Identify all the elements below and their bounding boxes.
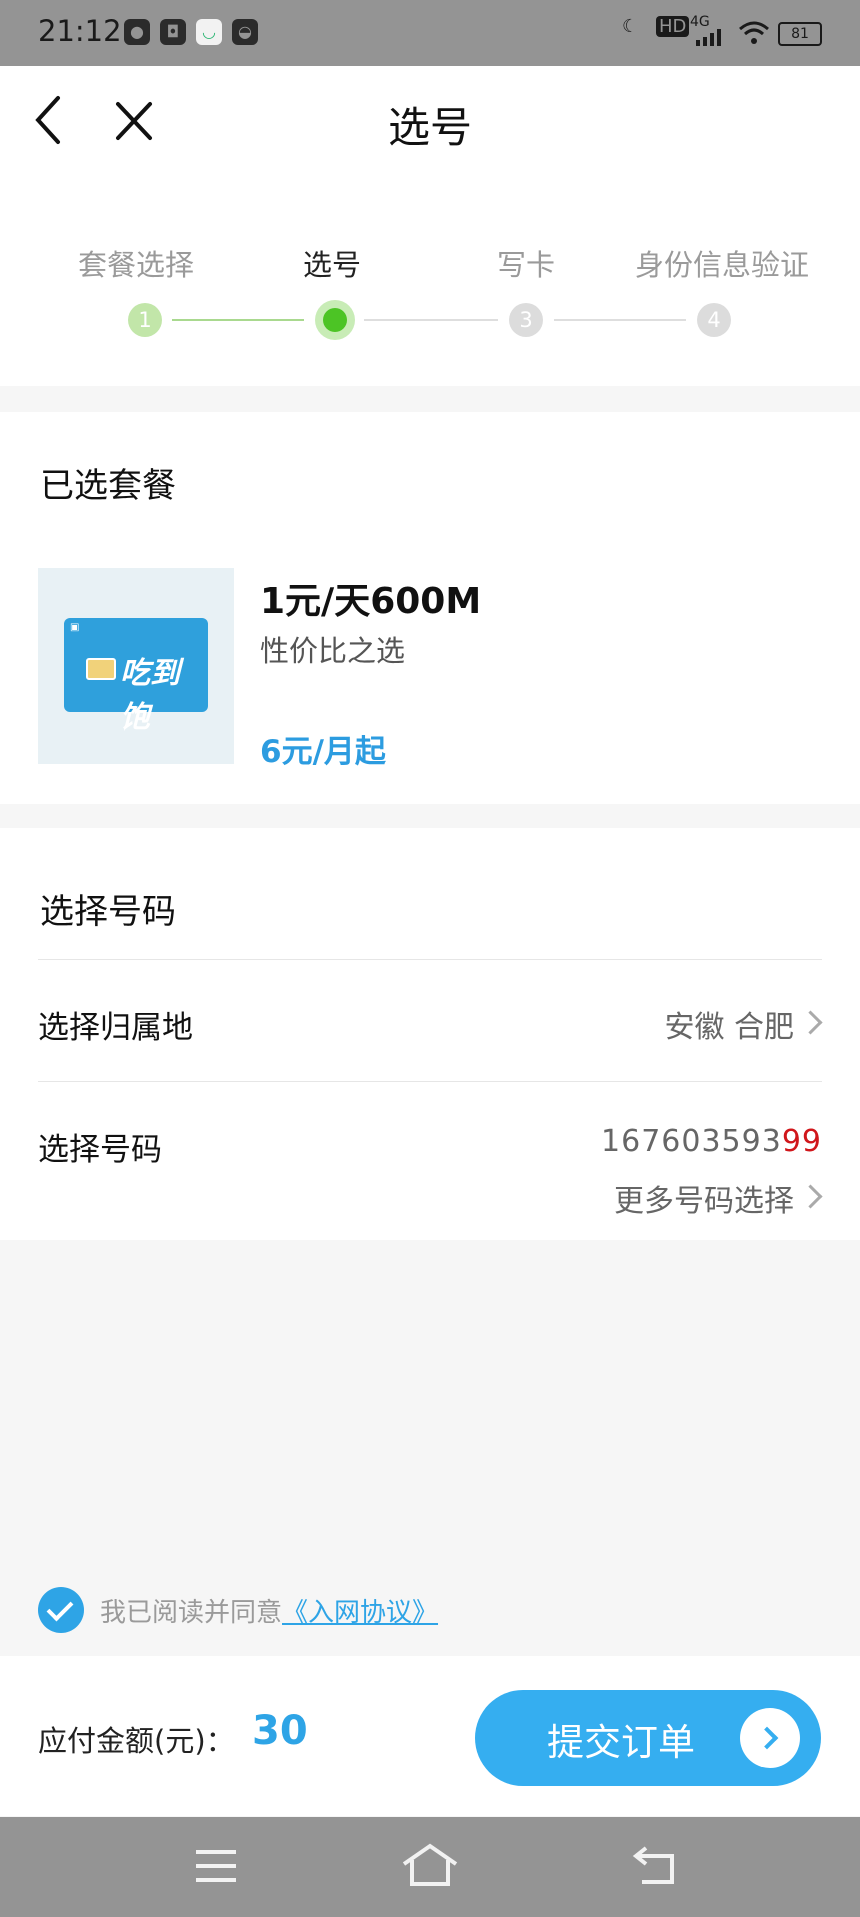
back-nav-icon[interactable] [632, 1844, 680, 1888]
divider [38, 959, 822, 960]
package-price: 6元/月起 [260, 734, 386, 770]
wechat-icon: ● [124, 19, 150, 45]
sim-chip-icon [86, 658, 116, 680]
hd-icon: HD [656, 16, 690, 37]
package-section-title: 已选套餐 [40, 466, 176, 506]
number-main: 167603593 [601, 1124, 782, 1159]
number-label: 选择号码 [38, 1132, 162, 1168]
pay-amount-value: 30 [252, 1708, 308, 1754]
pay-amount-label: 应付金额(元)： [38, 1724, 235, 1758]
card-text: 吃到饱 [120, 656, 180, 735]
step-connector [364, 319, 498, 321]
divider [38, 1081, 822, 1082]
step-connector [172, 319, 304, 321]
status-time: 21:12 [38, 14, 122, 48]
more-numbers-link[interactable]: 更多号码选择 [614, 1176, 794, 1220]
menu-icon[interactable] [194, 1846, 238, 1886]
package-name: 1元/天600M [260, 581, 482, 622]
number-highlight: 99 [781, 1124, 822, 1159]
signal-icon [696, 29, 721, 46]
step-connector [554, 319, 686, 321]
submit-order-label: 提交订单 [547, 1721, 695, 1764]
package-desc: 性价比之选 [260, 634, 406, 668]
agreement-checkbox[interactable] [38, 1587, 84, 1633]
submit-order-button[interactable]: 提交订单 [475, 1690, 821, 1786]
step-dot-2 [315, 300, 355, 340]
app-icon: ◘ [160, 19, 186, 45]
selected-number: 16760359399 [601, 1124, 822, 1159]
page-title: 选号 [387, 103, 472, 152]
agreement-text: 我已阅读并同意《入网协议》 [100, 1592, 438, 1629]
moon-icon: ☾ [622, 16, 639, 37]
agreement-link[interactable]: 《入网协议》 [282, 1598, 438, 1628]
step-dot-4: 4 [697, 303, 731, 337]
package-image: ▣ 吃到饱 [38, 568, 234, 764]
battery-icon: 81 [778, 22, 822, 46]
arrow-right-icon [740, 1708, 800, 1768]
brand-logo: ▣ [70, 622, 80, 633]
number-section-title: 选择号码 [40, 892, 176, 932]
location-value[interactable]: 安徽 合肥 [664, 1002, 794, 1046]
step-dot-3: 3 [509, 303, 543, 337]
step-label-identity: 身份信息验证 [634, 248, 809, 282]
sim-card-icon: ▣ 吃到饱 [64, 618, 208, 735]
agreement-label: 我已阅读并同意 [100, 1598, 283, 1628]
bag-icon: ◒ [232, 19, 258, 45]
wifi-icon [739, 21, 769, 44]
location-label: 选择归属地 [38, 1010, 193, 1046]
step-dot-1: 1 [128, 303, 162, 337]
home-icon[interactable] [400, 1842, 460, 1888]
message-icon: ◡ [196, 19, 222, 45]
step-label-number: 选号 [302, 248, 361, 282]
step-label-package: 套餐选择 [77, 248, 194, 282]
step-label-write-card: 写卡 [496, 248, 555, 282]
